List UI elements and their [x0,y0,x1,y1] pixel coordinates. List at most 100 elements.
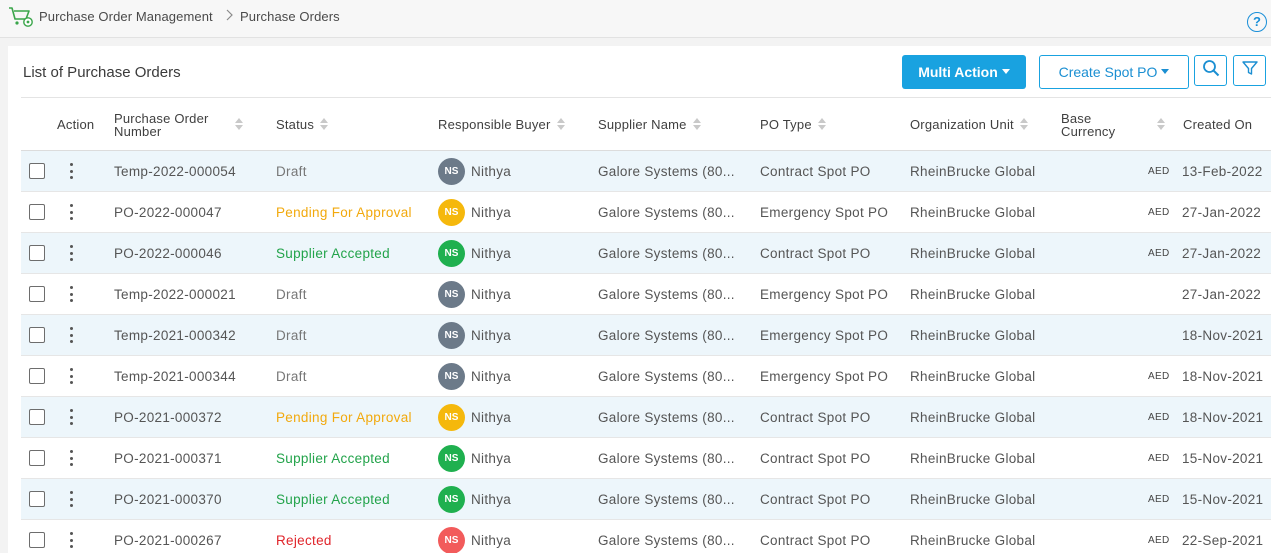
po-number-cell[interactable]: PO-2022-000046 [114,233,264,273]
table-row[interactable]: Temp-2021-000344 Draft NS Nithya Galore Syst… [21,356,1271,397]
sort-icon[interactable] [1019,118,1028,131]
org-unit-cell: RheinBrucke Global [910,368,1036,384]
buyer-name: Nithya [471,204,512,220]
po-number-cell[interactable]: Temp-2022-000021 [114,274,264,314]
caret-down-icon [1001,68,1010,74]
column-po-type[interactable]: PO Type [760,98,826,151]
supplier-cell: Galore Systems (80... [598,450,735,466]
more-vertical-icon[interactable] [69,450,73,466]
more-vertical-icon[interactable] [69,491,73,507]
row-checkbox[interactable] [29,245,45,261]
more-vertical-icon[interactable] [69,368,73,384]
po-number-cell[interactable]: Temp-2021-000344 [114,356,264,396]
created-on-cell: 18-Nov-2021 [1182,368,1264,384]
table-row[interactable]: PO-2021-000267 Rejected NS Nithya Galore Sys… [21,520,1271,553]
sort-icon[interactable] [556,118,565,131]
table-row[interactable]: PO-2021-000372 Pending For Approval NS Nith… [21,397,1271,438]
currency-cell: AED [1148,370,1170,382]
status-text: Rejected [276,532,332,548]
column-responsible-buyer[interactable]: Responsible Buyer [438,98,565,151]
po-number-cell[interactable]: PO-2021-000267 [114,520,264,553]
status-text: Draft [276,163,307,179]
status-text: Supplier Accepted [276,245,390,261]
supplier-cell: Galore Systems (80... [598,245,735,261]
table-row[interactable]: PO-2021-000370 Supplier Accepted NS Nithya G… [21,479,1271,520]
row-checkbox[interactable] [29,204,45,220]
help-icon[interactable]: ? [1247,12,1267,32]
org-unit-cell: RheinBrucke Global [910,163,1036,179]
table-row[interactable]: Temp-2021-000342 Draft NS Nithya Galore Syst… [21,315,1271,356]
avatar: NS [438,485,465,513]
table-row[interactable]: PO-2021-000371 Supplier Accepted NS Nithya G… [21,438,1271,479]
more-vertical-icon[interactable] [69,204,73,220]
chevron-right-icon [224,7,236,23]
row-checkbox[interactable] [29,327,45,343]
sort-icon[interactable] [320,118,329,131]
status-text: Pending For Approval [276,409,412,425]
more-vertical-icon[interactable] [69,286,73,302]
row-checkbox[interactable] [29,409,45,425]
sort-icon[interactable] [817,118,826,131]
column-created-on[interactable]: Created On [1183,98,1252,151]
more-vertical-icon[interactable] [69,532,73,548]
created-on-cell: 22-Sep-2021 [1182,532,1264,548]
po-number-cell[interactable]: PO-2021-000370 [114,479,264,519]
po-type-cell: Emergency Spot PO [760,204,889,220]
row-checkbox[interactable] [29,286,45,302]
po-number-cell[interactable]: Temp-2021-000342 [114,315,264,355]
table-row[interactable]: PO-2022-000046 Supplier Accepted NS Nithya G… [21,233,1271,274]
more-vertical-icon[interactable] [69,409,73,425]
sort-icon[interactable] [1157,118,1166,131]
table-row[interactable]: Temp-2022-000021 Draft NS Nithya Galore Syst… [21,274,1271,315]
buyer-cell: NS Nithya [438,438,593,478]
buyer-cell: NS Nithya [438,315,593,355]
caret-down-icon [1161,68,1170,74]
column-base-currency-line2: Currency [1061,123,1116,139]
more-vertical-icon[interactable] [69,327,73,343]
row-checkbox[interactable] [29,368,45,384]
status-text: Supplier Accepted [276,491,390,507]
column-status[interactable]: Status [276,98,329,151]
currency-cell: AED [1148,165,1170,177]
status-text: Pending For Approval [276,204,412,220]
created-on-cell: 27-Jan-2022 [1182,245,1262,261]
sort-icon[interactable] [234,118,243,131]
po-type-cell: Emergency Spot PO [760,368,889,384]
row-checkbox[interactable] [29,532,45,548]
supplier-cell: Galore Systems (80... [598,327,735,343]
po-type-cell: Contract Spot PO [760,532,871,548]
row-checkbox[interactable] [29,450,45,466]
sort-icon[interactable] [692,118,701,131]
create-spot-po-button[interactable]: Create Spot PO [1039,55,1189,89]
po-number-cell[interactable]: PO-2021-000372 [114,397,264,437]
more-vertical-icon[interactable] [69,163,73,179]
buyer-name: Nithya [471,532,512,548]
row-checkbox[interactable] [29,163,45,179]
multi-action-button[interactable]: Multi Action [902,55,1026,89]
org-unit-cell: RheinBrucke Global [910,532,1036,548]
po-number-cell[interactable]: PO-2022-000047 [114,192,264,232]
buyer-cell: NS Nithya [438,192,593,232]
avatar: NS [438,403,465,431]
column-supplier-name[interactable]: Supplier Name [598,98,701,151]
top-bar: Purchase Order Management Purchase Order… [0,0,1271,38]
breadcrumb-root[interactable]: Purchase Order Management [39,9,213,24]
po-number-cell[interactable]: Temp-2022-000054 [114,151,264,191]
more-vertical-icon[interactable] [69,245,73,261]
column-po-number[interactable]: Purchase Order Number [114,98,243,151]
search-button[interactable] [1194,55,1227,86]
column-po-type-label: PO Type [760,117,812,132]
column-org-unit-label: Organization Unit [910,117,1014,132]
po-number-cell[interactable]: PO-2021-000371 [114,438,264,478]
buyer-name: Nithya [471,368,512,384]
column-po-number-label: Purchase Order Number [114,112,209,138]
buyer-cell: NS Nithya [438,520,593,553]
created-on-cell: 15-Nov-2021 [1182,450,1264,466]
shopping-cart-icon[interactable] [8,5,34,29]
table-row[interactable]: Temp-2022-000054 Draft NS Nithya Galore Syst… [21,151,1271,192]
filter-button[interactable] [1233,55,1266,86]
table-row[interactable]: PO-2022-000047 Pending For Approval NS Nith… [21,192,1271,233]
column-organization-unit[interactable]: Organization Unit [910,98,1028,151]
column-base-currency[interactable]: Base Currency [1061,98,1166,151]
row-checkbox[interactable] [29,491,45,507]
